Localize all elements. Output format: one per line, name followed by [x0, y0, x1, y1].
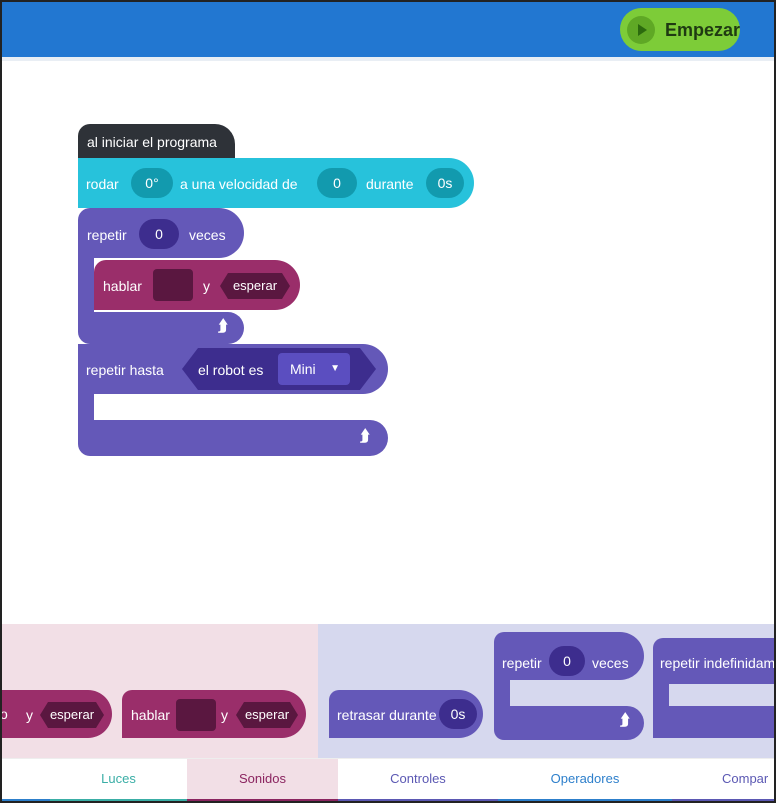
- tab-controles-indicator: [338, 799, 498, 802]
- palette-speak-label: hablar: [131, 707, 170, 723]
- roll-duration-input[interactable]: 0s: [426, 168, 464, 198]
- when-program-starts-label: al iniciar el programa: [87, 134, 217, 150]
- roll-angle-input[interactable]: 0°: [131, 168, 173, 198]
- tab-luces-indicator: [50, 799, 187, 802]
- roll-speed-label: a una velocidad de: [180, 176, 298, 192]
- roll-duration-label: durante: [366, 176, 414, 192]
- tab-previous[interactable]: [0, 759, 50, 802]
- palette-repeat-times: veces: [592, 655, 629, 671]
- tab-sonidos-indicator: [187, 799, 338, 802]
- palette-delay-input[interactable]: 0s: [439, 699, 477, 729]
- tab-controles[interactable]: Controles: [338, 759, 498, 802]
- repeat-until-loop-icon: ⮭: [360, 428, 370, 445]
- tab-comparadores-indicator: [672, 799, 776, 802]
- tab-luces[interactable]: Luces: [50, 759, 187, 802]
- palette-repeat-side: [494, 680, 510, 708]
- tab-previous-indicator: [0, 799, 50, 802]
- palette-speak-and: y: [221, 707, 228, 723]
- play-icon: [627, 16, 655, 44]
- palette-speak-slot[interactable]: [176, 699, 216, 731]
- robot-is-label: el robot es: [198, 362, 264, 378]
- repeat-until-label: repetir hasta: [86, 362, 164, 378]
- tab-sonidos-label: Sonidos: [239, 771, 286, 786]
- palette-repeat-label: repetir: [502, 655, 542, 671]
- tab-controles-label: Controles: [390, 771, 446, 786]
- robot-type-dropdown[interactable]: Mini ▼: [278, 353, 350, 385]
- tab-operadores-indicator: [498, 799, 672, 802]
- palette-repeat-count[interactable]: 0: [549, 646, 585, 676]
- tab-operadores[interactable]: Operadores: [498, 759, 672, 802]
- category-tabs: Luces Sonidos Controles Operadores Compa…: [0, 758, 776, 804]
- palette-speak-wait[interactable]: esperar: [236, 702, 298, 728]
- start-program-button[interactable]: Empezar: [620, 8, 740, 51]
- palette-speak-partial-and: y: [26, 707, 33, 723]
- repeat-times-label: veces: [189, 227, 226, 243]
- tab-sonidos[interactable]: Sonidos: [187, 759, 338, 802]
- palette-repeat-forever-label: repetir indefinidam: [660, 655, 776, 671]
- start-program-label: Empezar: [665, 20, 741, 40]
- roll-speed-input[interactable]: 0: [317, 168, 357, 198]
- repeat-count-input[interactable]: 0: [139, 219, 179, 249]
- robot-type-value: Mini: [290, 361, 316, 377]
- palette-delay-label: retrasar durante: [337, 707, 437, 723]
- chevron-down-icon: ▼: [330, 363, 340, 374]
- speak-and-label: y: [203, 278, 210, 294]
- tab-luces-label: Luces: [101, 771, 136, 786]
- repeat-block-side: [78, 258, 94, 312]
- repeat-label: repetir: [87, 227, 127, 243]
- palette-repeat-loop-icon: ⮭: [620, 712, 630, 729]
- speak-label: hablar: [103, 278, 142, 294]
- tab-comparadores[interactable]: Compar: [672, 759, 776, 802]
- repeat-until-block-side: [78, 394, 94, 422]
- tab-comparadores-label: Compar: [722, 771, 769, 786]
- roll-label: rodar: [86, 176, 119, 192]
- repeat-until-block-bottom: [78, 420, 388, 456]
- palette-partial-prefix: o: [0, 706, 8, 722]
- palette-repeat-forever-bottom: [653, 706, 776, 738]
- palette-repeat-forever-side: [653, 684, 669, 708]
- repeat-loop-icon: ⮭: [218, 318, 228, 335]
- palette-speak-partial-wait[interactable]: esperar: [40, 702, 104, 728]
- top-bar-shadow: [0, 57, 776, 61]
- speak-wait-toggle[interactable]: esperar: [220, 273, 290, 299]
- tab-operadores-label: Operadores: [550, 771, 620, 786]
- speak-sound-slot[interactable]: [153, 269, 193, 301]
